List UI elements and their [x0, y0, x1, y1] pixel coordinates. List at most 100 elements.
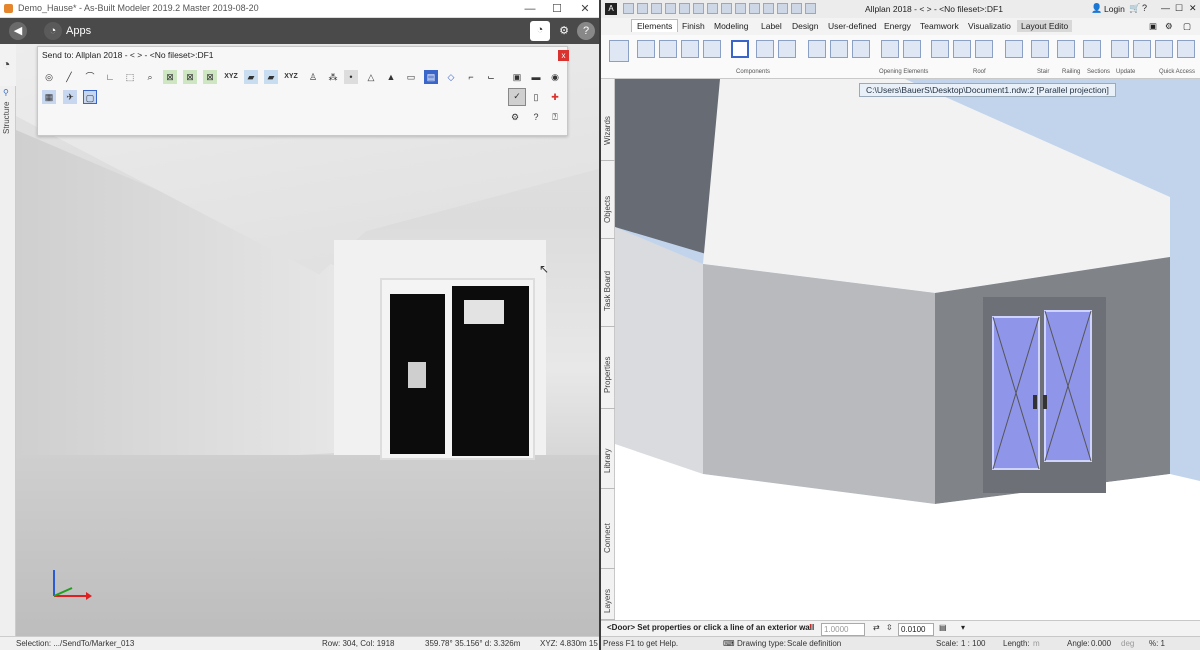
document-add-icon[interactable]: ▣: [510, 70, 524, 84]
surface-2-icon[interactable]: ▰: [264, 70, 278, 84]
help-icon[interactable]: ?: [577, 22, 595, 40]
window-tool-icon[interactable]: [756, 40, 774, 58]
frame-icon[interactable]: ◇: [444, 70, 458, 84]
settings-gear-icon[interactable]: ⚙: [555, 22, 573, 40]
quick-print-icon[interactable]: [665, 3, 676, 14]
molecule-icon[interactable]: ⁂: [326, 70, 340, 84]
quick-paste-icon[interactable]: [735, 3, 746, 14]
angle-value[interactable]: 0.000: [1091, 639, 1111, 648]
options-icon[interactable]: ▤: [939, 623, 947, 632]
scale-value[interactable]: 1 : 100: [961, 639, 985, 648]
angle-unit[interactable]: deg: [1121, 639, 1134, 648]
update-icon[interactable]: [1083, 40, 1101, 58]
back-icon[interactable]: ◀: [9, 22, 27, 40]
fit-plane-icon[interactable]: ⊠: [163, 70, 177, 84]
tab-finish[interactable]: Finish: [682, 21, 705, 31]
zoom-icon[interactable]: ⌕: [143, 70, 157, 84]
context-help-icon[interactable]: ⍰: [548, 110, 562, 124]
roof-icon[interactable]: [931, 40, 949, 58]
ribbon-pin-icon[interactable]: ▢: [1183, 21, 1191, 32]
right-minimize-button[interactable]: —: [1161, 3, 1170, 13]
panel-settings-icon[interactable]: ⚙: [508, 110, 522, 124]
quick-view-icon[interactable]: [749, 3, 760, 14]
line-icon[interactable]: ╱: [62, 70, 76, 84]
tab-layout-editor[interactable]: Layout Edito: [1017, 20, 1073, 32]
corner-icon[interactable]: ∟: [103, 70, 117, 84]
tab-modeling[interactable]: Modeling: [714, 21, 749, 31]
quick-fileset-icon[interactable]: [791, 3, 802, 14]
structure-side-tab[interactable]: ⚲ Structure: [0, 86, 16, 636]
dimension-icon[interactable]: ⇄: [873, 623, 880, 632]
tab-design[interactable]: Design: [792, 21, 818, 31]
tab-connect[interactable]: Connect: [601, 489, 615, 569]
column-icon[interactable]: [681, 40, 699, 58]
tab-task-board[interactable]: Task Board: [601, 239, 615, 327]
panel-help-icon[interactable]: ?: [529, 110, 543, 124]
cone-3d-icon[interactable]: ▲: [384, 70, 398, 84]
facade-icon[interactable]: [881, 40, 899, 58]
quick-zoom-icon[interactable]: [763, 3, 774, 14]
scale-icon[interactable]: ⇳: [886, 623, 893, 632]
roof-plane-icon[interactable]: [975, 40, 993, 58]
quick-open-icon[interactable]: [637, 3, 648, 14]
modify-icon[interactable]: [852, 40, 870, 58]
clipboard-icon[interactable]: ▯: [529, 90, 543, 104]
value-input[interactable]: 1.0000: [821, 623, 865, 636]
wall-icon[interactable]: [637, 40, 655, 58]
close-button[interactable]: ✕: [578, 2, 592, 16]
login-link[interactable]: Login: [1104, 4, 1125, 14]
quick-new-icon[interactable]: [623, 3, 634, 14]
stair-icon[interactable]: [1005, 40, 1023, 58]
railing-icon[interactable]: [1031, 40, 1049, 58]
tab-teamwork[interactable]: Teamwork: [920, 21, 959, 31]
beam-icon[interactable]: [703, 40, 721, 58]
opening-tool-icon[interactable]: [778, 40, 796, 58]
record-icon[interactable]: ◉: [548, 70, 562, 84]
frame-view-icon[interactable]: ▢: [83, 90, 97, 104]
ribbon-settings-icon[interactable]: ⚙: [1165, 21, 1173, 32]
text-icon[interactable]: [1133, 40, 1151, 58]
tab-wizards[interactable]: Wizards: [601, 79, 615, 161]
remove-point-icon[interactable]: ✚: [548, 90, 562, 104]
tab-energy[interactable]: Energy: [884, 21, 911, 31]
model-viewport[interactable]: [615, 79, 1200, 620]
tab-properties[interactable]: Properties: [601, 327, 615, 409]
dot-icon[interactable]: •: [344, 70, 358, 84]
corner-bottom-icon[interactable]: ⌙: [484, 70, 498, 84]
check-tool-icon[interactable]: ✓: [508, 88, 526, 106]
tab-user-defined[interactable]: User-defined: [828, 21, 877, 31]
tab-elements[interactable]: Elements: [631, 19, 679, 32]
box-icon[interactable]: ⬚: [123, 70, 137, 84]
person-icon[interactable]: ♙: [306, 70, 320, 84]
value-input-2[interactable]: 0.0100: [898, 623, 934, 636]
section-icon[interactable]: [1057, 40, 1075, 58]
door-tool-icon[interactable]: [731, 40, 749, 58]
xyz-coord-icon[interactable]: XYZ: [282, 70, 300, 84]
tab-visualization[interactable]: Visualizatio: [968, 21, 1011, 31]
monitor-icon[interactable]: ▬: [529, 70, 543, 84]
view-mode-icon[interactable]: ◔: [530, 21, 550, 41]
drawing-type-value[interactable]: Scale definition: [787, 639, 841, 648]
help-dropdown-icon[interactable]: ?: [1142, 3, 1147, 13]
quick-access-icon[interactable]: [1155, 40, 1173, 58]
panel-icon[interactable]: ▤: [424, 70, 438, 84]
walk-icon[interactable]: ✈: [63, 90, 77, 104]
fit-plane-3-icon[interactable]: ⊠: [203, 70, 217, 84]
grid-icon[interactable]: [903, 40, 921, 58]
ribbon-options-icon[interactable]: ▣: [1149, 21, 1157, 32]
quick-cut-icon[interactable]: [721, 3, 732, 14]
quick-redo-icon[interactable]: [707, 3, 718, 14]
more-icon[interactable]: [1177, 40, 1195, 58]
surface-icon[interactable]: ▰: [244, 70, 258, 84]
corner-top-icon[interactable]: ⌐: [464, 70, 478, 84]
polyline-icon[interactable]: ⌒: [83, 70, 97, 84]
fit-plane-2-icon[interactable]: ⊠: [183, 70, 197, 84]
tab-layers[interactable]: Layers: [601, 569, 615, 620]
tab-objects[interactable]: Objects: [601, 161, 615, 239]
tab-library[interactable]: Library: [601, 409, 615, 489]
minimize-button[interactable]: —: [523, 2, 537, 16]
panel-close-button[interactable]: x: [558, 50, 569, 61]
layout-icon[interactable]: [609, 40, 629, 62]
cart-icon[interactable]: 🛒: [1129, 3, 1140, 14]
right-maximize-button[interactable]: ☐: [1175, 3, 1183, 14]
